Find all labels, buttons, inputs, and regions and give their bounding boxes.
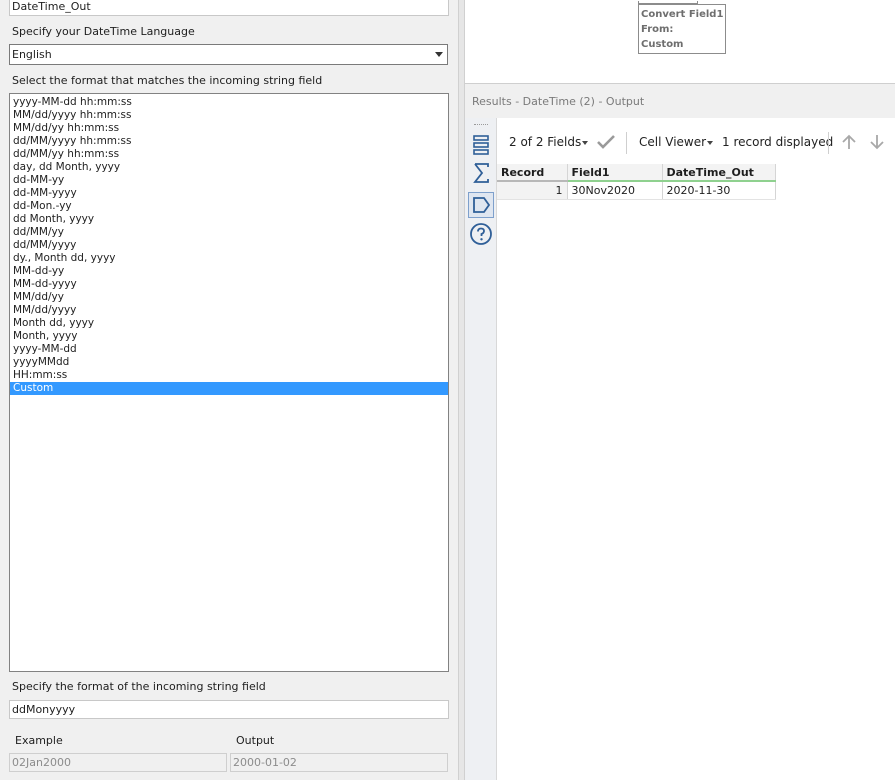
check-icon[interactable] <box>596 134 616 153</box>
format-option[interactable]: dd/MM/yy <box>10 226 448 239</box>
format-option[interactable]: MM-dd-yyyy <box>10 278 448 291</box>
format-option[interactable]: dd/MM/yy hh:mm:ss <box>10 148 448 161</box>
arrow-up-icon[interactable] <box>840 133 858 154</box>
format-option[interactable]: MM-dd-yy <box>10 265 448 278</box>
list-icon[interactable] <box>468 132 494 158</box>
output-preview-field: 2000-01-02 <box>230 753 448 772</box>
chevron-down-icon <box>435 52 443 57</box>
format-option[interactable]: MM/dd/yyyy <box>10 304 448 317</box>
help-icon[interactable] <box>468 221 494 247</box>
format-option[interactable]: Month, yyyy <box>10 330 448 343</box>
records-count: 1 record displayed <box>722 135 834 149</box>
format-option[interactable]: yyyy-MM-dd hh:mm:ss <box>10 96 448 109</box>
format-option[interactable]: MM/dd/yyyy hh:mm:ss <box>10 109 448 122</box>
fields-selector[interactable]: 2 of 2 Fields <box>509 135 581 149</box>
connector-line <box>638 1 698 4</box>
output-field-name-input[interactable]: DateTime_Out <box>9 0 449 16</box>
results-panel <box>465 118 895 780</box>
format-option[interactable]: Custom <box>10 382 448 395</box>
format-option[interactable]: dd-MM-yyyy <box>10 187 448 200</box>
custom-format-label: Specify the format of the incoming strin… <box>12 680 266 693</box>
column-header-record[interactable]: Record <box>497 164 568 182</box>
example-field: 02Jan2000 <box>9 753 227 772</box>
record-number-cell[interactable]: 1 <box>497 181 568 200</box>
custom-format-input[interactable]: ddMonyyyy <box>9 700 449 719</box>
language-label: Specify your DateTime Language <box>12 25 195 38</box>
tool-annotation: Convert Field1 From: Custom <box>638 1 726 54</box>
output-label: Output <box>236 734 275 747</box>
column-header-field1[interactable]: Field1 <box>567 164 663 182</box>
results-title: Results - DateTime (2) - Output <box>465 86 895 118</box>
format-option[interactable]: dd-Mon.-yy <box>10 200 448 213</box>
cell-viewer-selector[interactable]: Cell Viewer <box>639 135 706 149</box>
chevron-down-icon[interactable] <box>707 141 713 145</box>
format-listbox[interactable]: yyyy-MM-dd hh:mm:ss MM/dd/yyyy hh:mm:ss MM… <box>9 93 449 672</box>
grip-handle[interactable] <box>474 124 488 126</box>
annotation-line-1: Convert Field1 <box>641 9 724 20</box>
tag-icon[interactable] <box>468 192 494 218</box>
column-header-datetime-out[interactable]: DateTime_Out <box>662 164 776 182</box>
format-option[interactable]: dd/MM/yyyy hh:mm:ss <box>10 135 448 148</box>
format-option[interactable]: yyyy-MM-dd <box>10 343 448 356</box>
format-option[interactable]: dd-MM-yy <box>10 174 448 187</box>
annotation-line-3: Custom <box>641 39 684 50</box>
table-header-row: Record Field1 DateTime_Out <box>497 164 776 182</box>
format-option[interactable]: HH:mm:ss <box>10 369 448 382</box>
language-dropdown-value: English <box>12 48 52 61</box>
format-option[interactable]: Month dd, yyyy <box>10 317 448 330</box>
language-dropdown[interactable]: English <box>9 44 448 65</box>
table-cell[interactable]: 30Nov2020 <box>567 181 663 200</box>
toolbar-divider <box>828 132 829 154</box>
table-cell[interactable]: 2020-11-30 <box>662 181 776 200</box>
annotation-line-2: From: <box>641 24 674 35</box>
table-row[interactable]: 1 30Nov2020 2020-11-30 <box>497 181 776 200</box>
format-list-label: Select the format that matches the incom… <box>12 74 323 87</box>
toolbar-divider <box>626 132 627 154</box>
format-option[interactable]: day, dd Month, yyyy <box>10 161 448 174</box>
example-label: Example <box>15 734 63 747</box>
chevron-down-icon[interactable] <box>582 141 588 145</box>
panel-splitter[interactable] <box>458 0 465 780</box>
results-toolbar: 2 of 2 Fields Cell Viewer 1 record displ… <box>497 126 895 158</box>
format-option[interactable]: dy., Month dd, yyyy <box>10 252 448 265</box>
format-option[interactable]: MM/dd/yy hh:mm:ss <box>10 122 448 135</box>
configuration-panel: DateTime_Out Specify your DateTime Langu… <box>0 0 458 780</box>
arrow-down-icon[interactable] <box>868 133 886 154</box>
format-option[interactable]: dd Month, yyyy <box>10 213 448 226</box>
format-option[interactable]: MM/dd/yy <box>10 291 448 304</box>
sigma-icon[interactable] <box>468 160 494 186</box>
results-table: Record Field1 DateTime_Out 1 30Nov2020 2… <box>497 164 776 200</box>
format-option[interactable]: dd/MM/yyyy <box>10 239 448 252</box>
format-option[interactable]: yyyyMMdd <box>10 356 448 369</box>
